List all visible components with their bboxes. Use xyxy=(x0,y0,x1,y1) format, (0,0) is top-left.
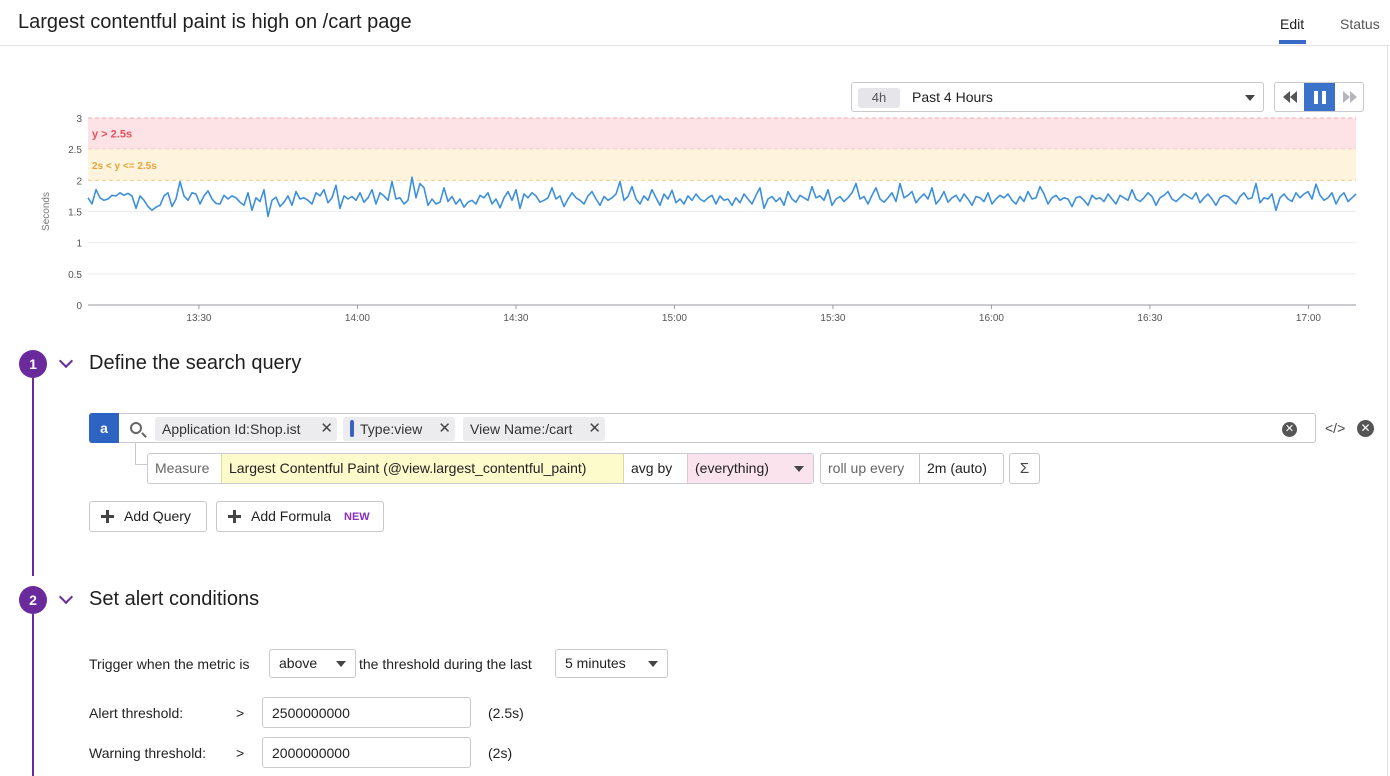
evaluation-window-select[interactable]: 5 minutes xyxy=(555,649,668,678)
y-tick-label: 1.5 xyxy=(68,208,82,219)
add-query-button[interactable]: Add Query xyxy=(89,501,207,532)
query-search-bar[interactable]: a Application Id:Shop.ist ✕ Type:view ✕ … xyxy=(89,413,1316,443)
y-tick-label: 3 xyxy=(76,114,82,125)
measure-field[interactable]: Largest Contentful Paint (@view.largest_… xyxy=(221,454,624,483)
query-tag[interactable]: View Name:/cart ✕ xyxy=(463,417,605,441)
rewind-button[interactable] xyxy=(1275,83,1304,111)
section-title-define-query: Define the search query xyxy=(89,352,302,374)
query-tag-label: Application Id:Shop.ist xyxy=(162,421,301,437)
step-connector-line xyxy=(32,614,34,776)
close-icon[interactable]: ✕ xyxy=(320,417,333,441)
trigger-operator-value: above xyxy=(279,655,318,671)
x-tick-label: 14:00 xyxy=(345,313,370,324)
code-icon[interactable]: </> xyxy=(1325,420,1345,436)
query-tag[interactable]: Type:view ✕ xyxy=(343,417,455,441)
step-1-badge: 1 xyxy=(19,350,47,378)
y-axis-label: Seconds xyxy=(41,192,52,231)
evaluation-window-value: 5 minutes xyxy=(565,655,626,671)
x-tick-label: 16:00 xyxy=(979,313,1004,324)
rollup-interval[interactable]: 2m (auto) xyxy=(919,454,1003,483)
query-tag[interactable]: Application Id:Shop.ist ✕ xyxy=(155,417,337,441)
group-by-select[interactable]: (everything) xyxy=(687,454,813,483)
remove-query-icon[interactable]: ✕ xyxy=(1357,420,1374,437)
clear-search-icon[interactable]: ✕ xyxy=(1282,422,1297,437)
query-letter-badge[interactable]: a xyxy=(89,413,119,443)
fast-forward-icon xyxy=(1342,91,1357,103)
series-line xyxy=(87,176,1357,218)
x-tick-label: 15:00 xyxy=(662,313,687,324)
alert-threshold-label: Alert threshold: xyxy=(89,705,184,721)
y-tick-label: 0.5 xyxy=(68,270,82,281)
y-tick-label: 0 xyxy=(76,301,82,312)
y-tick-label: 1 xyxy=(76,239,82,250)
query-tag-label: Type:view xyxy=(360,421,423,437)
query-tag-label: View Name:/cart xyxy=(470,421,573,437)
panel-divider xyxy=(1387,46,1388,776)
section-title-alert-conditions: Set alert conditions xyxy=(89,588,260,610)
chevron-down-icon xyxy=(648,661,658,667)
y-tick-label: 2 xyxy=(76,176,82,187)
add-formula-button[interactable]: Add Formula NEW xyxy=(216,501,384,532)
warning-threshold-input[interactable] xyxy=(262,737,471,768)
active-tab-indicator xyxy=(1279,40,1306,44)
rewind-icon xyxy=(1282,91,1297,103)
rollup-label: roll up every xyxy=(828,460,905,476)
query-connector xyxy=(135,443,147,465)
functions-button[interactable]: Σ xyxy=(1009,453,1040,484)
trigger-prefix-text: Trigger when the metric is xyxy=(89,656,250,672)
chevron-down-icon xyxy=(794,466,804,472)
time-range-badge: 4h xyxy=(858,88,900,108)
plus-icon xyxy=(228,510,241,523)
warning-comparator: > xyxy=(236,745,245,761)
alert-threshold-input[interactable] xyxy=(262,697,471,728)
fast-forward-button[interactable] xyxy=(1335,83,1364,111)
time-range-label: Past 4 Hours xyxy=(912,89,993,105)
threshold-band-label: 2s < y <= 2.5s xyxy=(92,161,157,172)
x-tick-label: 13:30 xyxy=(186,313,211,324)
add-query-label: Add Query xyxy=(124,508,191,524)
x-tick-label: 16:30 xyxy=(1137,313,1162,324)
tab-status[interactable]: Status xyxy=(1340,16,1380,32)
warning-threshold-label: Warning threshold: xyxy=(89,745,206,761)
step-connector-line xyxy=(32,378,34,576)
close-icon[interactable]: ✕ xyxy=(438,417,451,441)
page-title: Largest contentful paint is high on /car… xyxy=(18,11,412,33)
warning-threshold-human: (2s) xyxy=(488,745,513,761)
x-tick-label: 17:00 xyxy=(1296,313,1321,324)
metric-chart: y > 2.5s 2s < y <= 2.5s 0 0.5 1 1.5 2 2.5 3 Secon… xyxy=(41,114,1357,324)
y-tick-label: 2.5 xyxy=(68,145,82,156)
plus-icon xyxy=(101,510,114,523)
page-header: Largest contentful paint is high on /car… xyxy=(0,0,1390,46)
x-tick-label: 15:30 xyxy=(820,313,845,324)
threshold-band xyxy=(88,118,1356,150)
chevron-down-icon xyxy=(1245,95,1255,101)
threshold-band xyxy=(88,149,1356,181)
chevron-down-icon xyxy=(336,661,346,667)
pause-icon xyxy=(1313,90,1326,104)
new-badge: NEW xyxy=(344,511,370,523)
x-tick-label: 14:30 xyxy=(503,313,528,324)
tab-edit[interactable]: Edit xyxy=(1280,16,1304,32)
threshold-band-label: y > 2.5s xyxy=(92,129,132,141)
group-by-value: (everything) xyxy=(695,460,769,476)
tag-marker xyxy=(350,420,354,437)
add-formula-label: Add Formula xyxy=(251,508,332,524)
alert-threshold-human: (2.5s) xyxy=(488,705,524,721)
pause-button[interactable] xyxy=(1304,83,1335,111)
search-icon xyxy=(130,422,142,434)
alert-comparator: > xyxy=(236,705,245,721)
rollup-selector: roll up every 2m (auto) xyxy=(820,453,1004,484)
trigger-mid-text: the threshold during the last xyxy=(359,656,532,672)
chevron-down-icon[interactable] xyxy=(58,589,74,605)
chevron-down-icon[interactable] xyxy=(58,353,74,369)
measure-selector: Measure Largest Contentful Paint (@view.… xyxy=(147,453,814,484)
measure-label: Measure xyxy=(155,460,210,476)
aggregation-select[interactable]: avg by xyxy=(624,454,687,483)
trigger-operator-select[interactable]: above xyxy=(269,649,356,678)
close-icon[interactable]: ✕ xyxy=(588,417,601,441)
step-2-badge: 2 xyxy=(19,586,47,614)
